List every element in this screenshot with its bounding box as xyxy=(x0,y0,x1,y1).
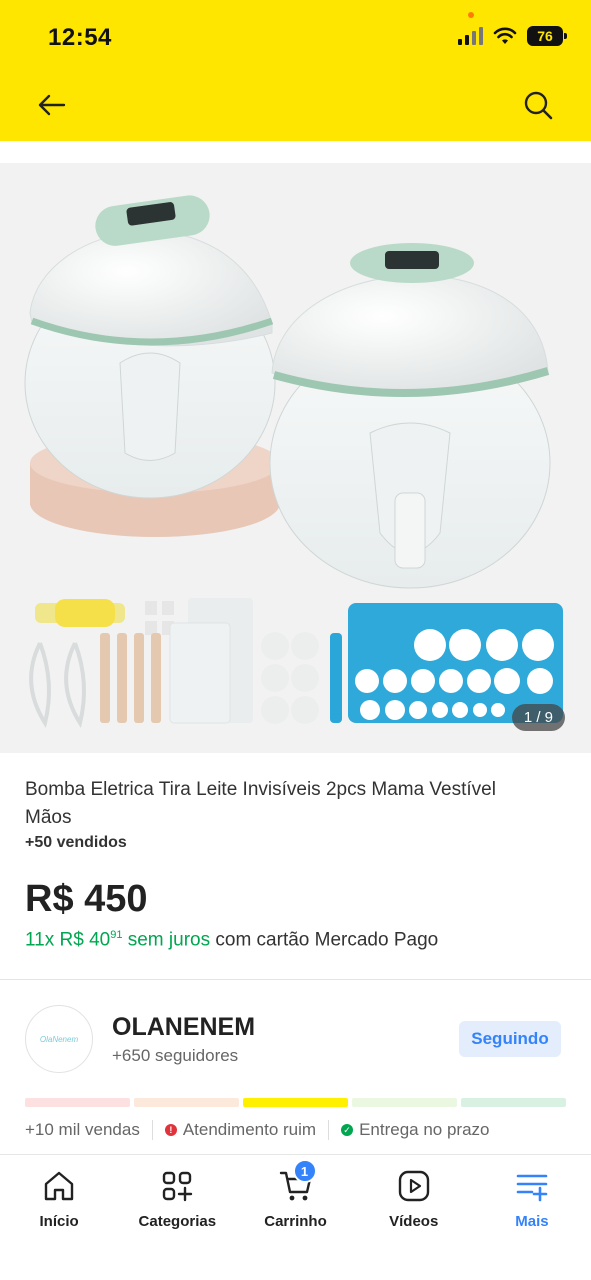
product-image-gallery[interactable]: 1 / 9 xyxy=(0,163,591,753)
seller-sales: +10 mil vendas xyxy=(25,1120,140,1139)
nav-label-inicio: Início xyxy=(39,1213,79,1230)
seller-logo-text: OlaNenem xyxy=(39,1034,79,1044)
seller-name[interactable]: OLANENEM xyxy=(112,1013,255,1042)
nav-item-categorias[interactable]: Categorias xyxy=(118,1155,236,1280)
bottom-navigation: Início Categorias 1 Carrinho Vídeos Mais xyxy=(0,1154,591,1280)
sold-count: +50 vendidos xyxy=(25,834,127,851)
product-photo xyxy=(24,195,563,729)
nav-item-videos[interactable]: Vídeos xyxy=(355,1155,473,1280)
battery-icon: 76 xyxy=(527,26,567,46)
seller-delivery: Entrega no prazo xyxy=(359,1120,490,1139)
search-icon xyxy=(524,91,553,120)
reputation-segment-4 xyxy=(352,1098,457,1107)
reputation-thermometer xyxy=(25,1098,566,1107)
cart-count-badge: 1 xyxy=(292,1159,317,1183)
seller-followers: +650 seguidores xyxy=(112,1046,239,1065)
arrow-left-icon xyxy=(38,94,66,116)
signal-icon xyxy=(458,27,483,45)
alert-icon: ! xyxy=(164,1124,177,1136)
seller-avatar[interactable]: OlaNenem xyxy=(25,1005,93,1073)
installments-amount: 11x R$ 40 xyxy=(25,929,111,951)
categories-icon xyxy=(163,1171,193,1202)
reputation-segment-2 xyxy=(134,1098,239,1107)
nav-label-videos: Vídeos xyxy=(389,1213,439,1230)
product-title: Bomba Eletrica Tira Leite Invisíveis 2pc… xyxy=(25,779,496,828)
installments-info[interactable]: 11x R$ 4091 sem juros com cartão Mercado… xyxy=(25,929,438,951)
reputation-segment-1 xyxy=(25,1098,130,1107)
nav-label-mais: Mais xyxy=(515,1213,549,1230)
back-button[interactable] xyxy=(34,88,68,122)
seller-service: Atendimento ruim xyxy=(182,1120,317,1139)
status-time: 12:54 xyxy=(48,24,112,51)
privacy-indicator-dot xyxy=(468,12,474,18)
reputation-segment-5 xyxy=(461,1098,566,1107)
stats-separator xyxy=(328,1120,330,1140)
nav-item-inicio[interactable]: Início xyxy=(0,1155,118,1280)
wifi-icon xyxy=(493,27,517,44)
home-icon xyxy=(44,1171,74,1201)
app-header: 12:54 76 xyxy=(0,0,591,141)
play-icon xyxy=(398,1170,429,1202)
menu-plus-icon xyxy=(516,1174,548,1202)
check-icon: ✓ xyxy=(341,1124,354,1136)
reputation-segment-3 xyxy=(243,1098,348,1107)
stats-separator xyxy=(151,1120,153,1140)
nav-label-carrinho: Carrinho xyxy=(264,1213,327,1230)
status-icons: 76 xyxy=(458,26,567,46)
nav-item-carrinho[interactable]: 1 Carrinho xyxy=(236,1155,354,1280)
nav-item-mais[interactable]: Mais xyxy=(473,1155,591,1280)
installments-cents: 91 xyxy=(110,929,123,941)
section-divider xyxy=(0,979,591,980)
search-button[interactable] xyxy=(521,88,555,122)
installments-no-interest: sem juros xyxy=(122,929,211,951)
installments-payment-method: com cartão Mercado Pago xyxy=(210,929,439,951)
nav-label-categorias: Categorias xyxy=(138,1213,217,1230)
image-page-indicator: 1 / 9 xyxy=(511,704,565,731)
product-price: R$ 450 xyxy=(25,878,148,920)
seller-stats: +10 mil vendas ! Atendimento ruim ✓ Entr… xyxy=(25,1120,489,1140)
following-button[interactable]: Seguindo xyxy=(459,1021,561,1057)
